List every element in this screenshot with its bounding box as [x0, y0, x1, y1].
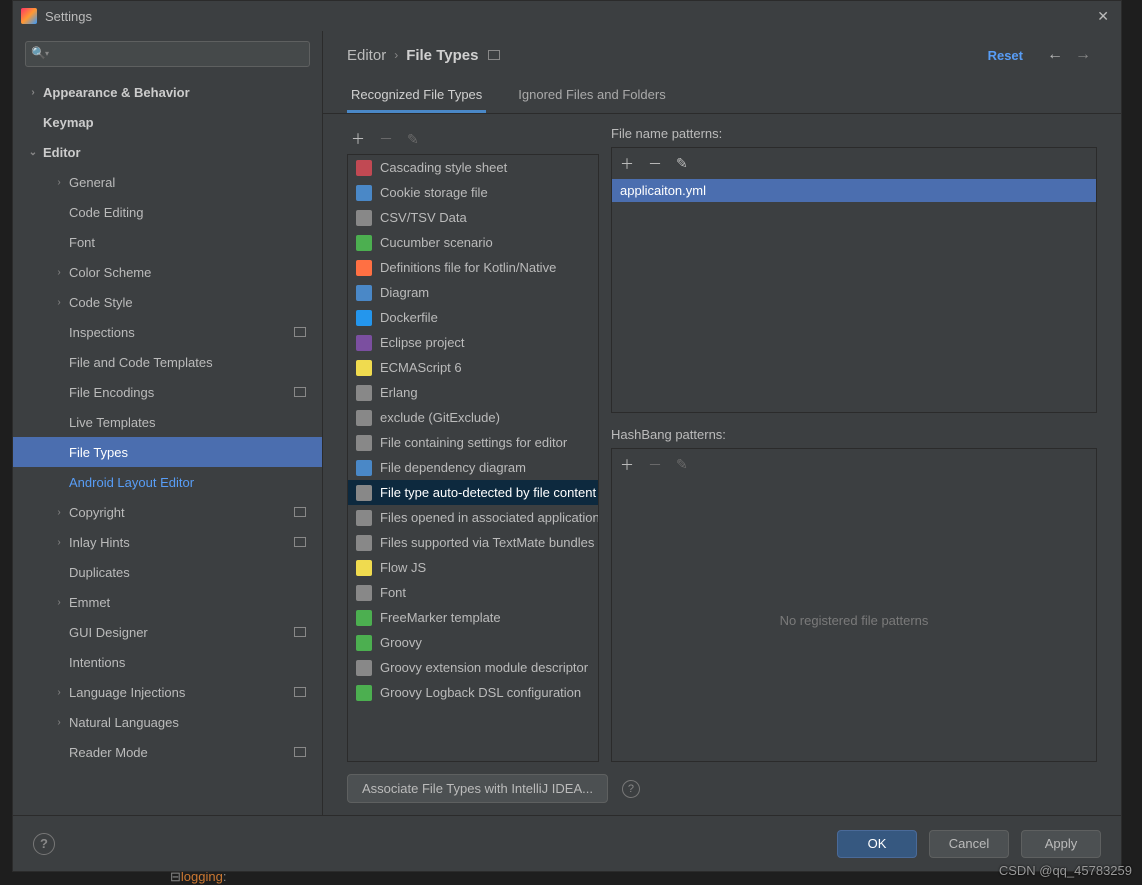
- add-icon[interactable]: ＋: [620, 154, 634, 174]
- scope-badge-icon: [488, 50, 500, 60]
- list-item[interactable]: Cascading style sheet: [348, 155, 598, 180]
- dialog-footer: ? OK Cancel Apply: [13, 815, 1121, 871]
- breadcrumb: Editor › File Types Reset ← →: [323, 31, 1121, 79]
- file-types-list[interactable]: Cascading style sheetCookie storage file…: [347, 154, 599, 762]
- pattern-item[interactable]: applicaiton.yml: [612, 179, 1096, 202]
- file-patterns-label: File name patterns:: [611, 126, 1097, 141]
- file-types-toolbar: ＋ － ✎: [347, 126, 599, 152]
- sidebar-item[interactable]: ›Language Injections: [13, 677, 322, 707]
- list-item[interactable]: exclude (GitExclude): [348, 405, 598, 430]
- sidebar-item[interactable]: File Encodings: [13, 377, 322, 407]
- settings-tree[interactable]: ›Appearance & BehaviorKeymap⌄Editor›Gene…: [13, 77, 322, 815]
- list-item[interactable]: Definitions file for Kotlin/Native: [348, 255, 598, 280]
- remove-icon[interactable]: －: [379, 129, 393, 149]
- sidebar-item[interactable]: Font: [13, 227, 322, 257]
- associate-button[interactable]: Associate File Types with IntelliJ IDEA.…: [347, 774, 608, 803]
- sidebar-item[interactable]: GUI Designer: [13, 617, 322, 647]
- sidebar-item[interactable]: ›General: [13, 167, 322, 197]
- sidebar-item[interactable]: Live Templates: [13, 407, 322, 437]
- edit-icon[interactable]: ✎: [676, 456, 688, 473]
- sidebar-item[interactable]: Intentions: [13, 647, 322, 677]
- sidebar-item[interactable]: Code Editing: [13, 197, 322, 227]
- list-item[interactable]: File type auto-detected by file content: [348, 480, 598, 505]
- list-item[interactable]: ECMAScript 6: [348, 355, 598, 380]
- hashbang-toolbar: ＋ － ✎: [611, 448, 1097, 480]
- sidebar-item[interactable]: ›Copyright: [13, 497, 322, 527]
- list-item[interactable]: Cucumber scenario: [348, 230, 598, 255]
- help-icon[interactable]: ?: [33, 833, 55, 855]
- sidebar-item[interactable]: Inspections: [13, 317, 322, 347]
- nav-back-icon[interactable]: ←: [1047, 46, 1063, 64]
- dropdown-icon: ▾: [45, 49, 49, 58]
- tab-recognized[interactable]: Recognized File Types: [347, 79, 486, 113]
- remove-icon[interactable]: －: [648, 154, 662, 174]
- list-item[interactable]: Flow JS: [348, 555, 598, 580]
- settings-sidebar: 🔍 ▾ ›Appearance & BehaviorKeymap⌄Editor›…: [13, 31, 323, 815]
- patterns-toolbar: ＋ － ✎: [611, 147, 1097, 179]
- window-title: Settings: [45, 9, 92, 24]
- list-item[interactable]: CSV/TSV Data: [348, 205, 598, 230]
- sidebar-item[interactable]: ›Natural Languages: [13, 707, 322, 737]
- list-item[interactable]: File dependency diagram: [348, 455, 598, 480]
- list-item[interactable]: Groovy extension module descriptor: [348, 655, 598, 680]
- sidebar-item[interactable]: File and Code Templates: [13, 347, 322, 377]
- sidebar-item[interactable]: ›Emmet: [13, 587, 322, 617]
- list-item[interactable]: File containing settings for editor: [348, 430, 598, 455]
- list-item[interactable]: Files opened in associated applications: [348, 505, 598, 530]
- add-icon[interactable]: ＋: [620, 455, 634, 475]
- tab-ignored[interactable]: Ignored Files and Folders: [514, 79, 669, 113]
- watermark: CSDN @qq_45783259: [999, 863, 1132, 878]
- hashbang-patterns-list[interactable]: No registered file patterns: [611, 480, 1097, 762]
- settings-dialog: Settings ✕ 🔍 ▾ ›Appearance & BehaviorKey…: [12, 0, 1122, 872]
- list-item[interactable]: Erlang: [348, 380, 598, 405]
- edit-icon[interactable]: ✎: [676, 155, 688, 172]
- sidebar-item[interactable]: ⌄Editor: [13, 137, 322, 167]
- list-item[interactable]: Groovy: [348, 630, 598, 655]
- close-icon[interactable]: ✕: [1093, 4, 1113, 29]
- sidebar-item[interactable]: Android Layout Editor: [13, 467, 322, 497]
- tabs: Recognized File Types Ignored Files and …: [323, 79, 1121, 114]
- hashbang-label: HashBang patterns:: [611, 427, 1097, 442]
- list-item[interactable]: Diagram: [348, 280, 598, 305]
- app-icon: [21, 8, 37, 24]
- sidebar-item[interactable]: ›Code Style: [13, 287, 322, 317]
- apply-button[interactable]: Apply: [1021, 830, 1101, 858]
- sidebar-item[interactable]: File Types: [13, 437, 322, 467]
- file-patterns-list[interactable]: applicaiton.yml: [611, 179, 1097, 413]
- sidebar-item[interactable]: Reader Mode: [13, 737, 322, 767]
- sidebar-item[interactable]: ›Appearance & Behavior: [13, 77, 322, 107]
- list-item[interactable]: Font: [348, 580, 598, 605]
- cancel-button[interactable]: Cancel: [929, 830, 1009, 858]
- search-input[interactable]: 🔍 ▾: [25, 41, 310, 67]
- reset-link[interactable]: Reset: [988, 48, 1023, 63]
- add-icon[interactable]: ＋: [351, 129, 365, 149]
- nav-forward-icon[interactable]: →: [1075, 46, 1091, 64]
- titlebar: Settings ✕: [13, 1, 1121, 31]
- help-icon[interactable]: ?: [622, 780, 640, 798]
- sidebar-item[interactable]: Duplicates: [13, 557, 322, 587]
- remove-icon[interactable]: －: [648, 455, 662, 475]
- search-icon: 🔍: [31, 46, 46, 60]
- list-item[interactable]: Groovy Logback DSL configuration: [348, 680, 598, 705]
- list-item[interactable]: Dockerfile: [348, 305, 598, 330]
- sidebar-item[interactable]: Keymap: [13, 107, 322, 137]
- ok-button[interactable]: OK: [837, 830, 917, 858]
- sidebar-item[interactable]: ›Inlay Hints: [13, 527, 322, 557]
- edit-icon[interactable]: ✎: [407, 131, 419, 148]
- list-item[interactable]: Eclipse project: [348, 330, 598, 355]
- sidebar-item[interactable]: ›Color Scheme: [13, 257, 322, 287]
- list-item[interactable]: Cookie storage file: [348, 180, 598, 205]
- list-item[interactable]: Files supported via TextMate bundles: [348, 530, 598, 555]
- list-item[interactable]: FreeMarker template: [348, 605, 598, 630]
